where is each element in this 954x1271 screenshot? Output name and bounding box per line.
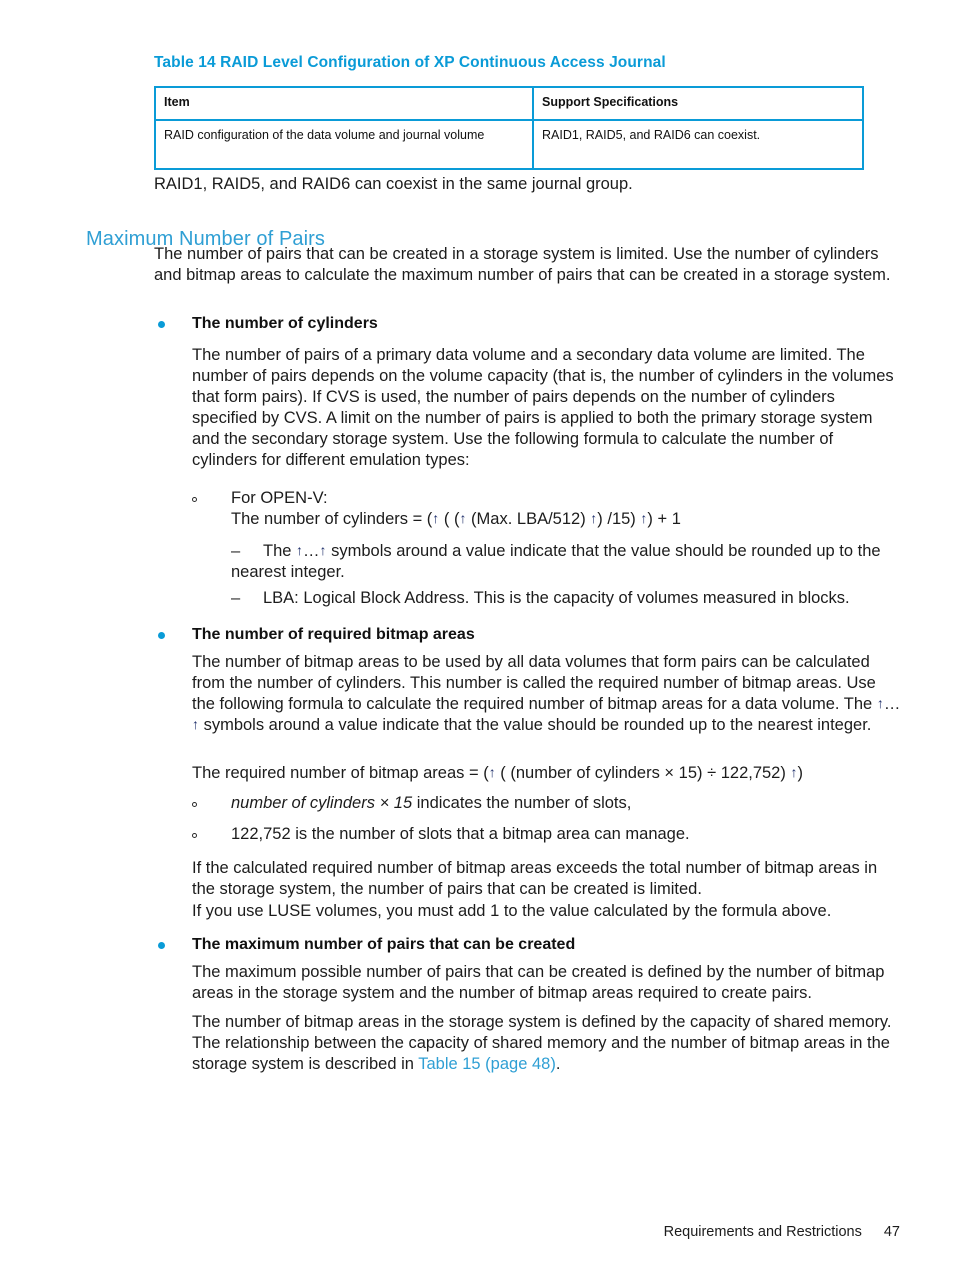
note-post: symbols around a value indicate that the…	[231, 542, 881, 581]
dash-marker-icon: –	[231, 542, 241, 560]
bullet-body-maximum-pairs-2: The number of bitmap areas in the storag…	[192, 1012, 902, 1075]
bullet-body-bitmap-areas: The number of bitmap areas to be used by…	[192, 652, 902, 736]
sub-bullet-label-open-v: For OPEN-V:	[231, 489, 328, 507]
note-mid: …	[303, 542, 320, 560]
dash-note-rounding: – The ↑…↑ symbols around a value indicat…	[231, 541, 891, 583]
table-row: RAID configuration of the data volume an…	[154, 119, 864, 170]
formula-part2: (Max. LBA/512)	[466, 510, 591, 528]
ceiling-arrow-icon: ↑	[296, 542, 304, 558]
bitmap-formula-suffix: )	[797, 764, 803, 782]
formula-prefix: The number of cylinders = (	[231, 510, 433, 528]
bullet-title-bitmap-areas: The number of required bitmap areas	[192, 626, 475, 643]
document-page: Table 14 RAID Level Configuration of XP …	[0, 0, 954, 1271]
bitmap-formula-prefix: The required number of bitmap areas = (	[192, 764, 489, 782]
dash-marker-icon: –	[231, 589, 241, 607]
sub-bullet-bitmap-capacity-text: 122,752 is the number of slots that a bi…	[231, 825, 690, 843]
bullet-item-bitmap-areas: The number of required bitmap areas	[154, 625, 902, 645]
page-footer: Requirements and Restrictions 47	[0, 1224, 954, 1240]
ceiling-arrow-icon: ↑	[192, 715, 199, 732]
slots-italic-expression: number of cylinders × 15	[231, 794, 413, 812]
bitmap-body-part2: symbols around a value indicate that the…	[199, 715, 872, 734]
intro-paragraph: RAID1, RAID5, and RAID6 can coexist in t…	[154, 175, 633, 193]
sub-bullet-slots-definition: number of cylinders × 15 indicates the n…	[192, 793, 902, 814]
dash-note-lba: – LBA: Logical Block Address. This is th…	[231, 588, 891, 609]
footer-chapter-title: Requirements and Restrictions	[663, 1224, 862, 1240]
table-cell-item: RAID configuration of the data volume an…	[154, 119, 534, 170]
bitmap-body-part1: The number of bitmap areas to be used by…	[192, 653, 877, 713]
bullet-item-cylinders: The number of cylinders	[154, 314, 902, 334]
table-cell-spec: RAID1, RAID5, and RAID6 can coexist.	[532, 119, 864, 170]
sub-bullet-open-v: For OPEN-V:	[192, 488, 902, 509]
circle-bullet-icon	[192, 833, 197, 838]
ceiling-arrow-icon: ↑	[488, 764, 496, 780]
bullet-dot-icon	[158, 321, 165, 328]
formula-part3: ) /15)	[597, 510, 641, 528]
table-header-support-specifications: Support Specifications	[532, 86, 864, 121]
bitmap-formula-body: ( (number of cylinders × 15) ÷ 122,752)	[495, 764, 791, 782]
formula-suffix: ) + 1	[647, 510, 681, 528]
table-caption: Table 14 RAID Level Configuration of XP …	[154, 54, 666, 71]
sub-bullet-slots-text: number of cylinders × 15 indicates the n…	[231, 794, 631, 812]
note-bitmap-exceeds: If the calculated required number of bit…	[192, 859, 878, 898]
table-head: Item Support Specifications	[154, 86, 864, 121]
ceiling-arrow-icon: ↑	[319, 542, 327, 558]
slots-rest: indicates the number of slots,	[412, 794, 632, 812]
table-header-row: Item Support Specifications	[154, 86, 864, 121]
bullet-dot-icon	[158, 632, 165, 639]
bitmap-body-mid: …	[883, 694, 901, 713]
sub-bullet-bitmap-capacity: 122,752 is the number of slots that a bi…	[192, 824, 902, 845]
circle-bullet-icon	[192, 802, 197, 807]
footer-page-number: 47	[883, 1224, 900, 1240]
bullet-dot-icon	[158, 942, 165, 949]
max-body2-post: .	[555, 1054, 561, 1073]
cross-reference-table-15[interactable]: Table 15 (page 48)	[418, 1055, 556, 1073]
section-lead-paragraph: The number of pairs that can be created …	[154, 245, 891, 284]
dash-note-lba-text: LBA: Logical Block Address. This is the …	[263, 589, 850, 607]
raid-level-configuration-table: Item Support Specifications RAID configu…	[154, 86, 864, 170]
ceiling-arrow-icon: ↑	[876, 694, 884, 711]
bullet-body-maximum-pairs-1: The maximum possible number of pairs tha…	[192, 963, 885, 1002]
bullet-body-cylinders: The number of pairs of a primary data vo…	[192, 346, 894, 469]
note-luse-volumes: If you use LUSE volumes, you must add 1 …	[192, 902, 832, 920]
table-header-item: Item	[154, 86, 534, 121]
formula-part1: ( (	[439, 510, 460, 528]
bullet-item-maximum-pairs: The maximum number of pairs that can be …	[154, 935, 902, 955]
formula-required-bitmap-areas: The required number of bitmap areas = (↑…	[192, 763, 902, 784]
bullet-title-maximum-pairs: The maximum number of pairs that can be …	[192, 936, 576, 953]
formula-number-of-cylinders: The number of cylinders = (↑ ( (↑ (Max. …	[231, 509, 891, 530]
note-pre: The	[263, 542, 297, 560]
dash-note-rounding-text: The ↑…↑ symbols around a value indicate …	[231, 542, 881, 581]
circle-bullet-icon	[192, 497, 197, 502]
bullet-title-cylinders: The number of cylinders	[192, 315, 378, 332]
table-body: RAID configuration of the data volume an…	[154, 119, 864, 170]
